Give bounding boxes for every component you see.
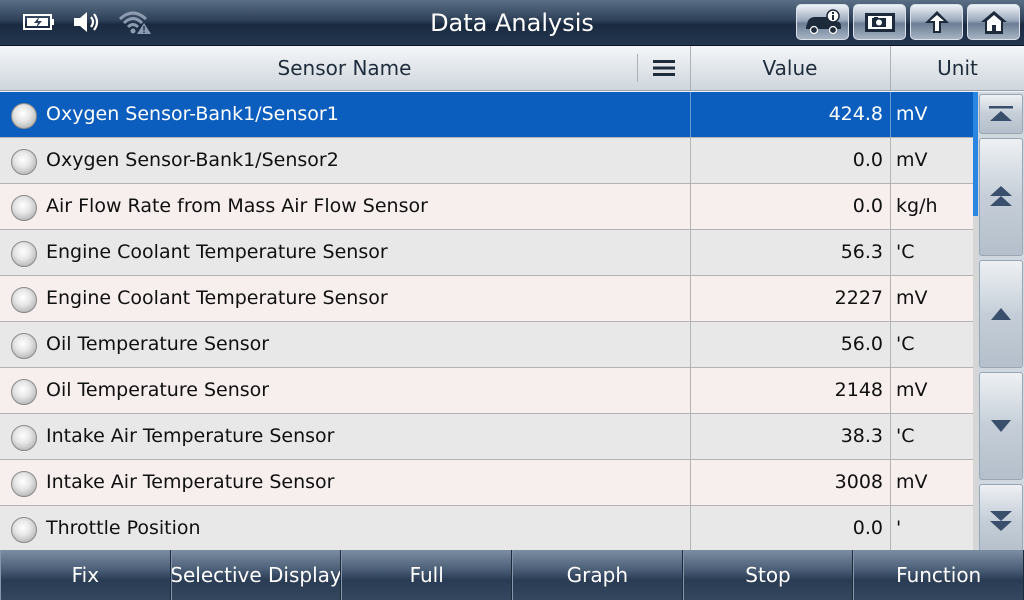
scroll-up-icon xyxy=(991,308,1011,320)
column-header-sensor-name[interactable]: Sensor Name xyxy=(0,46,689,90)
sensor-unit: ' xyxy=(890,506,973,550)
screenshot-button[interactable] xyxy=(853,4,906,40)
row-radio-icon[interactable] xyxy=(11,379,37,405)
scroll-top-icon xyxy=(989,106,1013,121)
vehicle-info-icon xyxy=(805,9,841,35)
sensor-value: 424.8 xyxy=(690,92,889,137)
title-bar: Data Analysis xyxy=(0,0,1024,46)
table-row[interactable]: Engine Coolant Temperature Sensor 2227 mV xyxy=(0,276,973,322)
table-row[interactable]: Oil Temperature Sensor 2148 mV xyxy=(0,368,973,414)
sensor-name: Intake Air Temperature Sensor xyxy=(46,425,335,447)
table-row[interactable]: Oxygen Sensor-Bank1/Sensor1 424.8 mV xyxy=(0,92,973,138)
table-row[interactable]: Oil Temperature Sensor 56.0 'C xyxy=(0,322,973,368)
data-table: Sensor Name Value Unit Oxygen Sensor-Ban… xyxy=(0,46,1024,596)
sensor-unit: 'C xyxy=(890,230,973,275)
home-button[interactable] xyxy=(967,4,1020,40)
sensor-value: 2148 xyxy=(690,368,889,413)
vehicle-info-button[interactable] xyxy=(796,4,849,40)
scroll-button-column xyxy=(978,92,1024,596)
table-row[interactable]: Air Flow Rate from Mass Air Flow Sensor 0… xyxy=(0,184,973,230)
sensor-unit: mV xyxy=(890,92,973,137)
column-header-unit[interactable]: Unit xyxy=(890,46,1024,90)
row-radio-icon[interactable] xyxy=(11,517,37,543)
column-header-value[interactable]: Value xyxy=(690,46,889,90)
back-button[interactable] xyxy=(910,4,963,40)
stop-button[interactable]: Stop xyxy=(682,550,854,600)
sensor-unit: kg/h xyxy=(890,184,973,229)
screenshot-icon xyxy=(864,13,895,32)
sensor-name: Throttle Position xyxy=(46,517,201,539)
sensor-name: Air Flow Rate from Mass Air Flow Sensor xyxy=(46,195,428,217)
sensor-name: Oxygen Sensor-Bank1/Sensor1 xyxy=(46,103,339,125)
graph-button[interactable]: Graph xyxy=(512,550,683,600)
row-radio-icon[interactable] xyxy=(11,195,37,221)
full-button[interactable]: Full xyxy=(341,550,513,600)
page-down-icon xyxy=(990,511,1012,531)
table-row[interactable]: Oxygen Sensor-Bank1/Sensor2 0.0 mV xyxy=(0,138,973,184)
page-down-button[interactable] xyxy=(979,484,1023,556)
row-radio-icon[interactable] xyxy=(11,103,37,129)
sensor-name: Oil Temperature Sensor xyxy=(46,379,270,401)
scroll-down-icon xyxy=(991,420,1011,432)
table-row[interactable]: Intake Air Temperature Sensor 38.3 'C xyxy=(0,414,973,460)
sensor-value: 0.0 xyxy=(690,506,889,550)
page-up-icon xyxy=(990,186,1012,206)
sensor-name: Intake Air Temperature Sensor xyxy=(46,471,335,493)
sensor-unit: 'C xyxy=(890,414,973,459)
sensor-value: 0.0 xyxy=(690,184,889,229)
row-radio-icon[interactable] xyxy=(11,241,37,267)
back-icon xyxy=(924,11,949,33)
table-row[interactable]: Engine Coolant Temperature Sensor 56.3 'C xyxy=(0,230,973,276)
row-radio-icon[interactable] xyxy=(11,287,37,313)
sensor-value: 38.3 xyxy=(690,414,889,459)
row-radio-icon[interactable] xyxy=(11,425,37,451)
selective-display-button[interactable]: Selective Display xyxy=(170,550,342,600)
sensor-name: Engine Coolant Temperature Sensor xyxy=(46,287,388,309)
scroll-top-button[interactable] xyxy=(979,94,1023,134)
fix-button[interactable]: Fix xyxy=(0,550,171,600)
sensor-value: 0.0 xyxy=(690,138,889,183)
table-header: Sensor Name Value Unit xyxy=(0,46,1024,91)
function-button[interactable]: Function xyxy=(853,550,1024,600)
sensor-value: 56.0 xyxy=(690,322,889,367)
sensor-value: 56.3 xyxy=(690,230,889,275)
row-radio-icon[interactable] xyxy=(11,149,37,175)
sensor-value: 3008 xyxy=(690,460,889,505)
sensor-name: Oil Temperature Sensor xyxy=(46,333,270,355)
sensor-name: Engine Coolant Temperature Sensor xyxy=(46,241,388,263)
sensor-unit: mV xyxy=(890,276,973,321)
column-menu-icon[interactable] xyxy=(637,54,689,82)
sensor-value: 2227 xyxy=(690,276,889,321)
top-toolbar xyxy=(796,4,1020,40)
page-up-button[interactable] xyxy=(979,138,1023,256)
row-radio-icon[interactable] xyxy=(11,471,37,497)
row-radio-icon[interactable] xyxy=(11,333,37,359)
table-row[interactable]: Throttle Position 0.0 ' xyxy=(0,506,973,550)
sensor-unit: mV xyxy=(890,460,973,505)
sensor-unit: mV xyxy=(890,138,973,183)
table-row[interactable]: Intake Air Temperature Sensor 3008 mV xyxy=(0,460,973,506)
scroll-down-button[interactable] xyxy=(979,372,1023,480)
bottom-toolbar: Fix Selective Display Full Graph Stop Fu… xyxy=(0,550,1024,600)
sensor-unit: 'C xyxy=(890,322,973,367)
scroll-up-button[interactable] xyxy=(979,260,1023,368)
table-body: Oxygen Sensor-Bank1/Sensor1 424.8 mV Oxygen… xyxy=(0,92,973,550)
home-icon xyxy=(980,11,1007,34)
sensor-unit: mV xyxy=(890,368,973,413)
sensor-name: Oxygen Sensor-Bank1/Sensor2 xyxy=(46,149,339,171)
